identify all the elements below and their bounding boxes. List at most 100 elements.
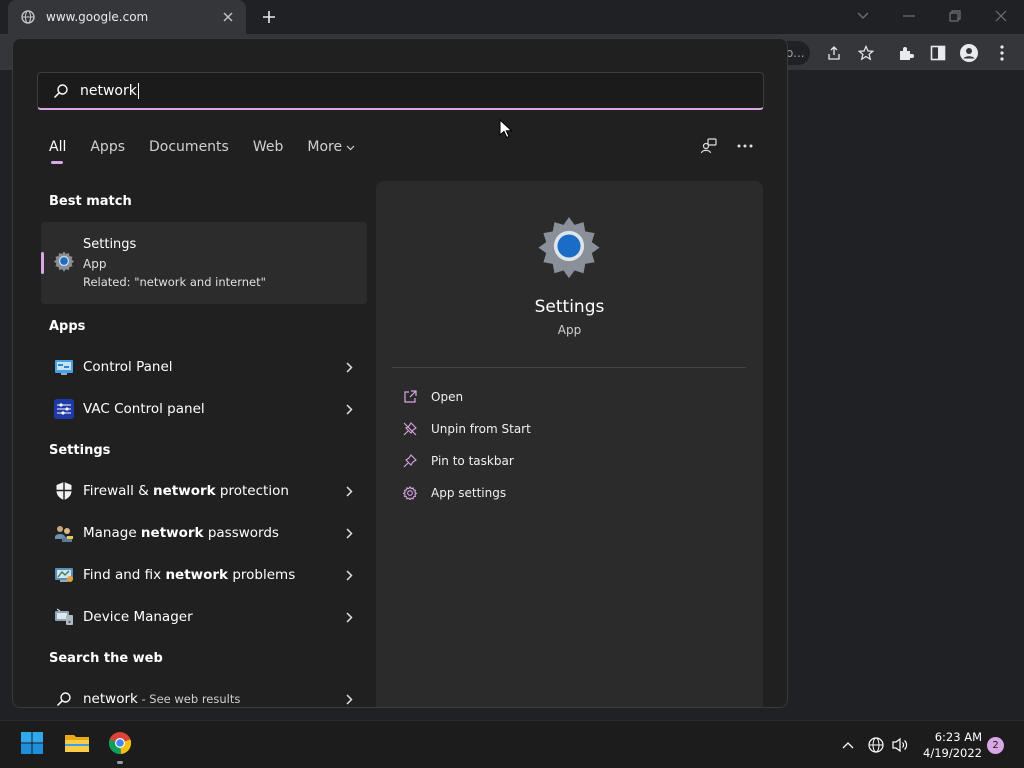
web-result-item[interactable]: network - See web results <box>41 679 367 707</box>
minimize-icon[interactable] <box>897 4 921 28</box>
switch-account-icon[interactable] <box>698 135 720 157</box>
preview-pane: Settings App Open Unpin from Start Pin t… <box>376 181 763 707</box>
setting-item-label: Find and fix network problems <box>83 567 341 583</box>
tab-apps[interactable]: Apps <box>90 139 125 155</box>
restore-icon[interactable] <box>943 4 967 28</box>
search-icon <box>52 82 70 100</box>
up-arrow-icon[interactable] <box>838 735 858 755</box>
gear-icon <box>53 250 75 272</box>
mouse-cursor-icon <box>499 118 513 139</box>
globe-icon <box>20 9 36 25</box>
label-pre: Device Manager <box>83 609 193 625</box>
tab-all[interactable]: All <box>49 139 66 164</box>
label-bold: network <box>165 567 229 583</box>
tab-web[interactable]: Web <box>253 139 284 155</box>
action-label: App settings <box>431 486 507 500</box>
network-icon[interactable] <box>866 735 886 755</box>
gear-icon <box>536 213 602 279</box>
control-panel-icon <box>53 356 75 378</box>
preview-title: Settings <box>534 297 605 317</box>
extensions-icon[interactable] <box>895 42 917 64</box>
profile-icon[interactable] <box>958 42 980 64</box>
chevron-right-icon[interactable] <box>341 359 357 375</box>
best-match-item[interactable]: Settings App Related: "network and inter… <box>41 222 367 304</box>
tab-title: www.google.com <box>46 10 149 24</box>
chrome-button[interactable] <box>106 731 134 759</box>
tab-more[interactable]: More <box>307 139 355 155</box>
action-app-settings[interactable]: App settings <box>402 481 506 505</box>
web-suffix: - See web results <box>137 692 241 706</box>
volume-icon[interactable] <box>890 735 910 755</box>
side-panel-icon[interactable] <box>927 42 949 64</box>
selection-indicator <box>41 252 44 274</box>
windows-icon <box>20 731 44 759</box>
star-icon[interactable] <box>855 42 877 64</box>
running-indicator <box>117 761 123 764</box>
label-bold: network <box>140 525 204 541</box>
browser-tab[interactable]: www.google.com <box>8 0 246 34</box>
text-caret <box>137 82 139 99</box>
label-pre: Firewall & <box>83 483 154 499</box>
chevron-right-icon[interactable] <box>341 483 357 499</box>
taskbar: 6:23 AM 4/19/2022 2 <box>0 720 1024 768</box>
apps-heading: Apps <box>49 319 86 334</box>
kebab-icon[interactable] <box>991 42 1013 64</box>
search-query: network <box>80 82 137 99</box>
search-input[interactable]: network <box>37 72 764 110</box>
action-label: Unpin from Start <box>431 422 531 436</box>
notification-badge[interactable]: 2 <box>987 737 1004 754</box>
setting-item-troubleshoot[interactable]: Find and fix network problems <box>41 555 367 595</box>
troubleshoot-icon <box>53 564 75 586</box>
chevron-right-icon[interactable] <box>341 567 357 583</box>
share-icon[interactable] <box>823 42 845 64</box>
action-pin-to-taskbar[interactable]: Pin to taskbar <box>402 449 514 473</box>
close-icon[interactable] <box>220 9 236 25</box>
open-icon <box>402 389 418 405</box>
chevron-down-icon[interactable] <box>851 4 875 28</box>
chevron-right-icon[interactable] <box>341 609 357 625</box>
close-window-icon[interactable] <box>989 4 1013 28</box>
more-options-icon[interactable] <box>734 135 756 157</box>
label-pre: Manage <box>83 525 141 541</box>
chevron-right-icon[interactable] <box>341 525 357 541</box>
chrome-icon <box>108 731 132 759</box>
users-key-icon <box>53 522 75 544</box>
folder-icon <box>64 732 90 758</box>
tab-more-label: More <box>307 139 343 155</box>
search-icon <box>53 688 75 707</box>
unpin-icon <box>402 421 418 437</box>
best-match-title: Settings <box>83 237 137 252</box>
best-match-heading: Best match <box>49 194 132 209</box>
best-match-related: Related: "network and internet" <box>83 275 266 289</box>
setting-item-device-manager[interactable]: Device Manager <box>41 597 367 637</box>
action-label: Open <box>431 390 464 404</box>
setting-item-passwords[interactable]: Manage network passwords <box>41 513 367 553</box>
clock-time: 6:23 AM <box>934 730 982 744</box>
app-item-label: Control Panel <box>83 359 173 375</box>
setting-item-label: Manage network passwords <box>83 525 341 541</box>
gear-icon <box>402 485 418 501</box>
app-item-control-panel[interactable]: Control Panel <box>41 347 367 387</box>
browser-tabstrip: www.google.com <box>0 0 1024 34</box>
clock[interactable]: 6:23 AM 4/19/2022 <box>918 729 982 761</box>
chevron-right-icon[interactable] <box>341 401 357 417</box>
settings-heading: Settings <box>49 443 111 458</box>
file-explorer-button[interactable] <box>63 731 91 759</box>
app-item-vac-control-panel[interactable]: VAC Control panel <box>41 389 367 429</box>
action-open[interactable]: Open <box>402 385 463 409</box>
shield-icon <box>53 480 75 502</box>
start-button[interactable] <box>18 731 46 759</box>
action-unpin-from-start[interactable]: Unpin from Start <box>402 417 531 441</box>
action-label: Pin to taskbar <box>431 454 514 468</box>
setting-item-label: Device Manager <box>83 609 341 625</box>
chevron-right-icon[interactable] <box>341 691 357 707</box>
plus-icon[interactable] <box>259 7 279 27</box>
setting-item-firewall[interactable]: Firewall & network protection <box>41 471 367 511</box>
label-post: protection <box>215 483 289 499</box>
tab-documents[interactable]: Documents <box>149 139 229 155</box>
pin-icon <box>402 453 418 469</box>
app-item-label: VAC Control panel <box>83 401 205 417</box>
divider <box>392 367 746 368</box>
search-flyout: network All Apps Documents Web More Best… <box>12 38 788 708</box>
vac-icon <box>53 398 75 420</box>
